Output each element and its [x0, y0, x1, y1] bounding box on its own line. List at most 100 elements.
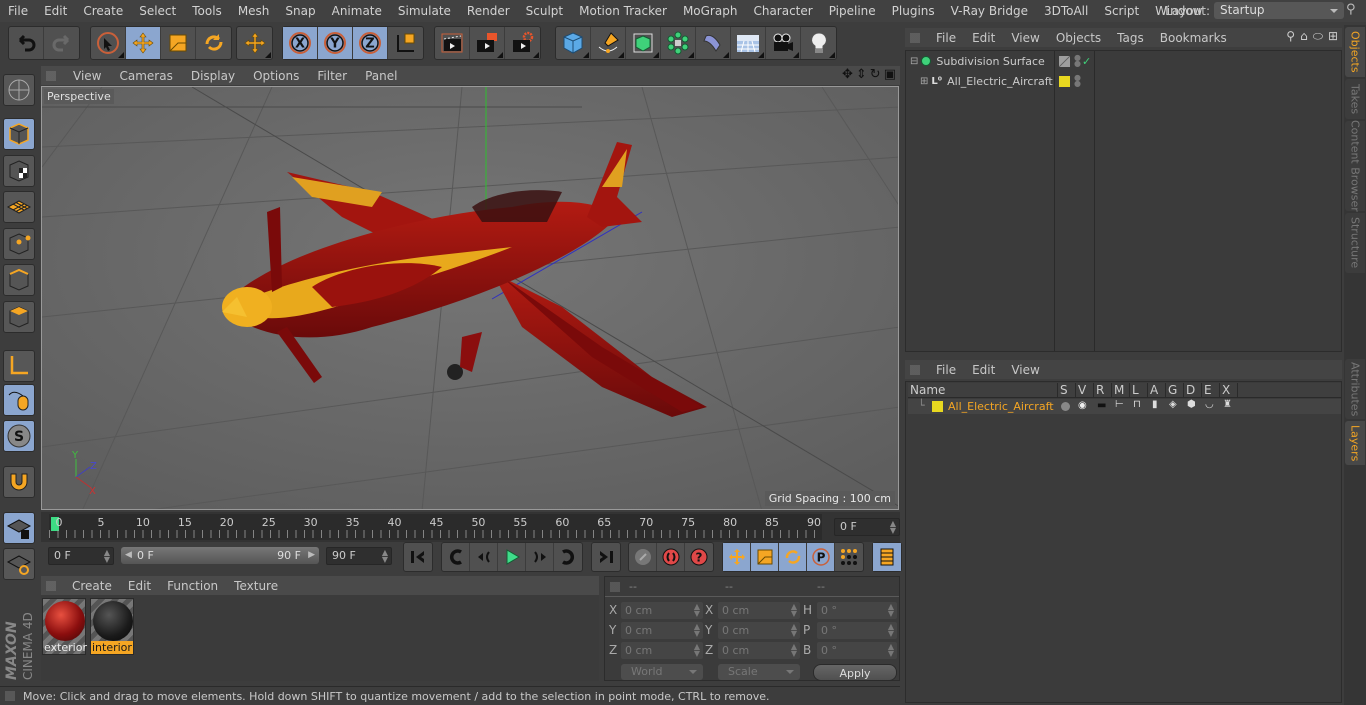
layer-menu-file[interactable]: File: [928, 363, 964, 377]
menu-snap[interactable]: Snap: [277, 4, 323, 18]
col-deformers[interactable]: D: [1184, 383, 1202, 398]
layer-color-swatch[interactable]: [1059, 75, 1070, 87]
rot-p-field[interactable]: 0 ° ▲ ▼: [817, 622, 897, 639]
material-exterior[interactable]: exterior: [42, 598, 87, 655]
home-icon[interactable]: ⌂: [1300, 29, 1308, 44]
timeline-ruler[interactable]: 0 5 10 15 20 25 30 35 40 45 50 55 60 65 70 75 80 85 90: [41, 512, 900, 542]
visibility-dots-icon[interactable]: ● ●: [1074, 54, 1081, 68]
model-mode-button[interactable]: [3, 118, 35, 150]
link-icon[interactable]: ⬭: [1313, 29, 1323, 44]
obj-menu-objects[interactable]: Objects: [1048, 31, 1109, 45]
menu-3dtoall[interactable]: 3DToAll: [1036, 4, 1096, 18]
panel-grip[interactable]: [46, 580, 56, 591]
vp-menu-cameras[interactable]: Cameras: [110, 69, 181, 83]
layer-menu-edit[interactable]: Edit: [964, 363, 1003, 377]
col-solo[interactable]: S: [1058, 383, 1076, 398]
goto-start-button[interactable]: [404, 543, 432, 571]
render-settings-button[interactable]: [505, 27, 540, 59]
obj-menu-bookmarks[interactable]: Bookmarks: [1152, 31, 1235, 45]
layer-color-swatch[interactable]: [1059, 55, 1070, 67]
panel-grip[interactable]: [610, 581, 620, 592]
coordinate-mode-dropdown[interactable]: World: [621, 664, 703, 680]
visibility-dots-icon[interactable]: ● ●: [1074, 74, 1081, 88]
points-mode-button[interactable]: [3, 228, 35, 260]
col-render[interactable]: R: [1094, 383, 1112, 398]
next-frame-button[interactable]: [526, 543, 554, 571]
next-key-button[interactable]: [554, 543, 582, 571]
enabled-check-icon[interactable]: ✓: [1082, 55, 1091, 68]
rot-b-field[interactable]: 0 ° ▲ ▼: [817, 642, 897, 659]
size-y-field[interactable]: 0 cm ▲ ▼: [718, 622, 800, 639]
search-icon[interactable]: ⚲: [1286, 29, 1295, 44]
obj-menu-edit[interactable]: Edit: [964, 31, 1003, 45]
menu-edit[interactable]: Edit: [36, 4, 75, 18]
object-row-subdivision-surface[interactable]: ⊟ Subdivision Surface ● ● ✓: [906, 51, 1341, 71]
menu-sculpt[interactable]: Sculpt: [518, 4, 571, 18]
tab-content-browser[interactable]: Content Browser: [1345, 120, 1365, 212]
autokeying-button[interactable]: ?: [685, 543, 713, 571]
live-selection-button[interactable]: [91, 27, 126, 59]
menu-character[interactable]: Character: [745, 4, 820, 18]
menu-create[interactable]: Create: [75, 4, 131, 18]
range-right-arrow-icon[interactable]: ▶: [308, 547, 315, 564]
mat-menu-function[interactable]: Function: [159, 579, 226, 593]
tweak-mode-button[interactable]: [3, 384, 35, 416]
menu-animate[interactable]: Animate: [324, 4, 390, 18]
mat-menu-edit[interactable]: Edit: [120, 579, 159, 593]
lock-open-icon[interactable]: ⊓: [1133, 399, 1141, 410]
pos-x-field[interactable]: 0 cm ▲ ▼: [621, 602, 703, 619]
col-animation[interactable]: A: [1148, 383, 1166, 398]
new-panel-icon[interactable]: ⊞: [1328, 29, 1338, 44]
camera-button[interactable]: [766, 27, 801, 59]
layer-name[interactable]: All_Electric_Aircraft: [948, 400, 1054, 413]
solo-toggle-icon[interactable]: [1061, 402, 1070, 411]
col-generators[interactable]: G: [1166, 383, 1184, 398]
expression-icon[interactable]: ◡: [1205, 399, 1214, 410]
collapse-icon[interactable]: ⊟: [910, 56, 918, 67]
zoom-view-icon[interactable]: ⇕: [856, 67, 867, 82]
menu-render[interactable]: Render: [459, 4, 518, 18]
goto-end-button[interactable]: [592, 543, 620, 571]
texture-mode-button[interactable]: [3, 155, 35, 187]
z-axis-lock-button[interactable]: Z: [353, 27, 388, 59]
keyframe-selection-button[interactable]: [629, 543, 657, 571]
layout-dropdown[interactable]: Startup: [1214, 2, 1344, 19]
col-expressions[interactable]: E: [1202, 383, 1220, 398]
subdivision-button[interactable]: [626, 27, 661, 59]
object-row-all-electric-aircraft[interactable]: ⊞ L⁰ All_Electric_Aircraft ● ●: [906, 71, 1341, 91]
toggle-layout-icon[interactable]: ▣: [884, 67, 896, 82]
vp-menu-view[interactable]: View: [64, 69, 110, 83]
rot-h-field[interactable]: 0 ° ▲ ▼: [817, 602, 897, 619]
manager-tree-icon[interactable]: ⊢: [1115, 399, 1124, 410]
start-frame-field[interactable]: 0 F ▲ ▼: [48, 547, 114, 565]
panel-grip[interactable]: [910, 364, 920, 375]
apply-button[interactable]: Apply: [813, 664, 897, 681]
y-axis-lock-button[interactable]: Y: [318, 27, 353, 59]
rotate-tool-button[interactable]: [196, 27, 231, 59]
obj-menu-view[interactable]: View: [1003, 31, 1047, 45]
menu-vray-bridge[interactable]: V-Ray Bridge: [943, 4, 1036, 18]
range-left-arrow-icon[interactable]: ◀: [125, 547, 132, 564]
render-clapper-icon[interactable]: ▬: [1097, 400, 1106, 411]
x-axis-lock-button[interactable]: X: [283, 27, 318, 59]
view-eye-icon[interactable]: ◉: [1078, 400, 1087, 411]
search-icon[interactable]: ⚲: [1346, 2, 1362, 18]
col-manager[interactable]: M: [1112, 383, 1130, 398]
edges-mode-button[interactable]: [3, 264, 35, 296]
scale-tool-button[interactable]: [161, 27, 196, 59]
tab-structure[interactable]: Structure: [1345, 213, 1365, 273]
play-button[interactable]: [498, 543, 526, 571]
vp-menu-display[interactable]: Display: [182, 69, 244, 83]
key-position-button[interactable]: [723, 543, 751, 571]
pos-z-field[interactable]: 0 cm ▲ ▼: [621, 642, 703, 659]
locked-workplane-button[interactable]: [3, 512, 35, 544]
layer-color-swatch[interactable]: [932, 401, 943, 412]
floor-button[interactable]: [731, 27, 766, 59]
prev-key-button[interactable]: [442, 543, 470, 571]
transform-mode-dropdown[interactable]: Scale: [718, 664, 800, 680]
cloner-button[interactable]: [661, 27, 696, 59]
key-pla-button[interactable]: [835, 543, 863, 571]
prev-frame-button[interactable]: [470, 543, 498, 571]
xref-icon[interactable]: ♜: [1223, 399, 1232, 410]
mat-menu-create[interactable]: Create: [64, 579, 120, 593]
